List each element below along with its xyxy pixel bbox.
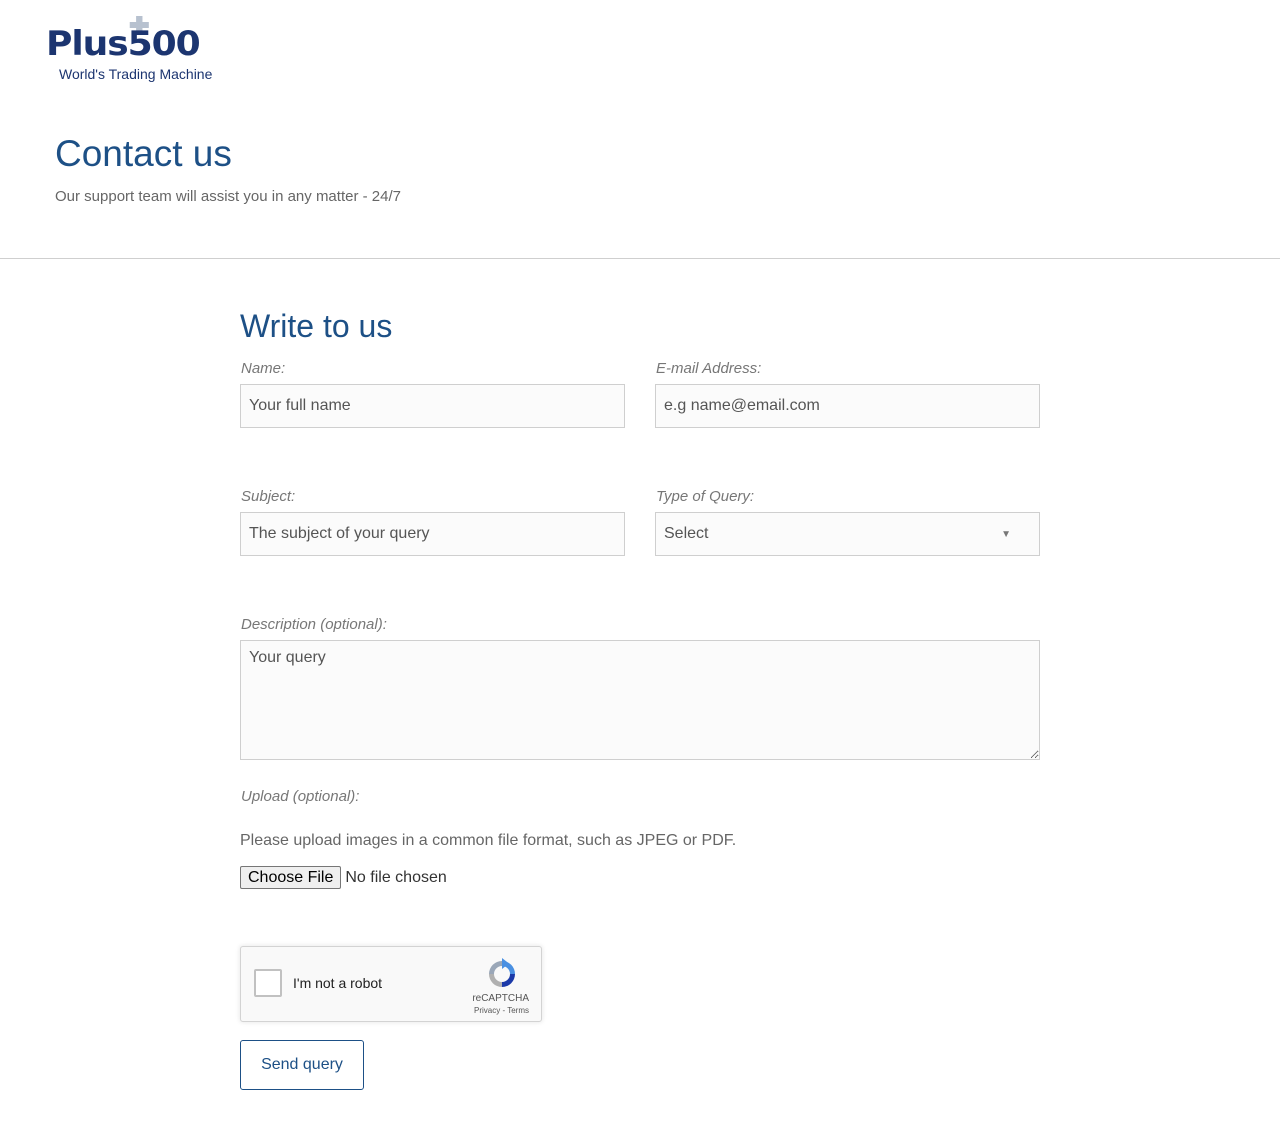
subject-label: Subject: — [241, 488, 296, 505]
file-status: No file chosen — [345, 868, 447, 886]
header-divider — [0, 258, 1280, 259]
logo-tagline: World's Trading Machine — [59, 66, 213, 82]
query-type-label: Type of Query: — [656, 488, 755, 505]
upload-note: Please upload images in a common file fo… — [240, 832, 737, 849]
query-type-select[interactable]: Select ▼ — [655, 512, 1040, 556]
page-title: Contact us — [55, 133, 232, 174]
recaptcha-icon — [489, 958, 515, 987]
send-query-button[interactable]: Send query — [240, 1040, 364, 1090]
upload-label: Upload (optional): — [241, 788, 360, 805]
name-label: Name: — [241, 360, 286, 377]
plus500-logo[interactable]: Plus500 World's Trading Machine — [46, 16, 236, 82]
email-label: E-mail Address: — [656, 360, 762, 377]
recaptcha-checkbox[interactable] — [254, 969, 282, 997]
subject-input[interactable] — [240, 512, 625, 556]
choose-file-button[interactable]: Choose File — [240, 866, 342, 889]
description-label: Description (optional): — [241, 616, 387, 633]
logo-wordmark: Plus500 — [46, 16, 247, 64]
file-upload: Choose File No file chosen — [240, 866, 447, 889]
recaptcha-links[interactable]: Privacy - Terms — [474, 1006, 529, 1015]
chevron-down-icon: ▼ — [1001, 528, 1011, 540]
recaptcha-widget: I'm not a robot reCAPTCHA Privacy - Term… — [240, 946, 542, 1022]
contact-page: Plus500 World's Trading Machine Contact … — [0, 0, 1280, 1123]
name-input[interactable] — [240, 384, 625, 428]
form-title: Write to us — [240, 308, 393, 344]
recaptcha-label: I'm not a robot — [293, 975, 383, 991]
recaptcha-brand: reCAPTCHA — [472, 993, 529, 1004]
query-type-value: Select — [664, 525, 709, 542]
email-input[interactable] — [655, 384, 1040, 428]
description-textarea[interactable] — [240, 640, 1040, 760]
page-subtitle: Our support team will assist you in any … — [55, 188, 401, 205]
